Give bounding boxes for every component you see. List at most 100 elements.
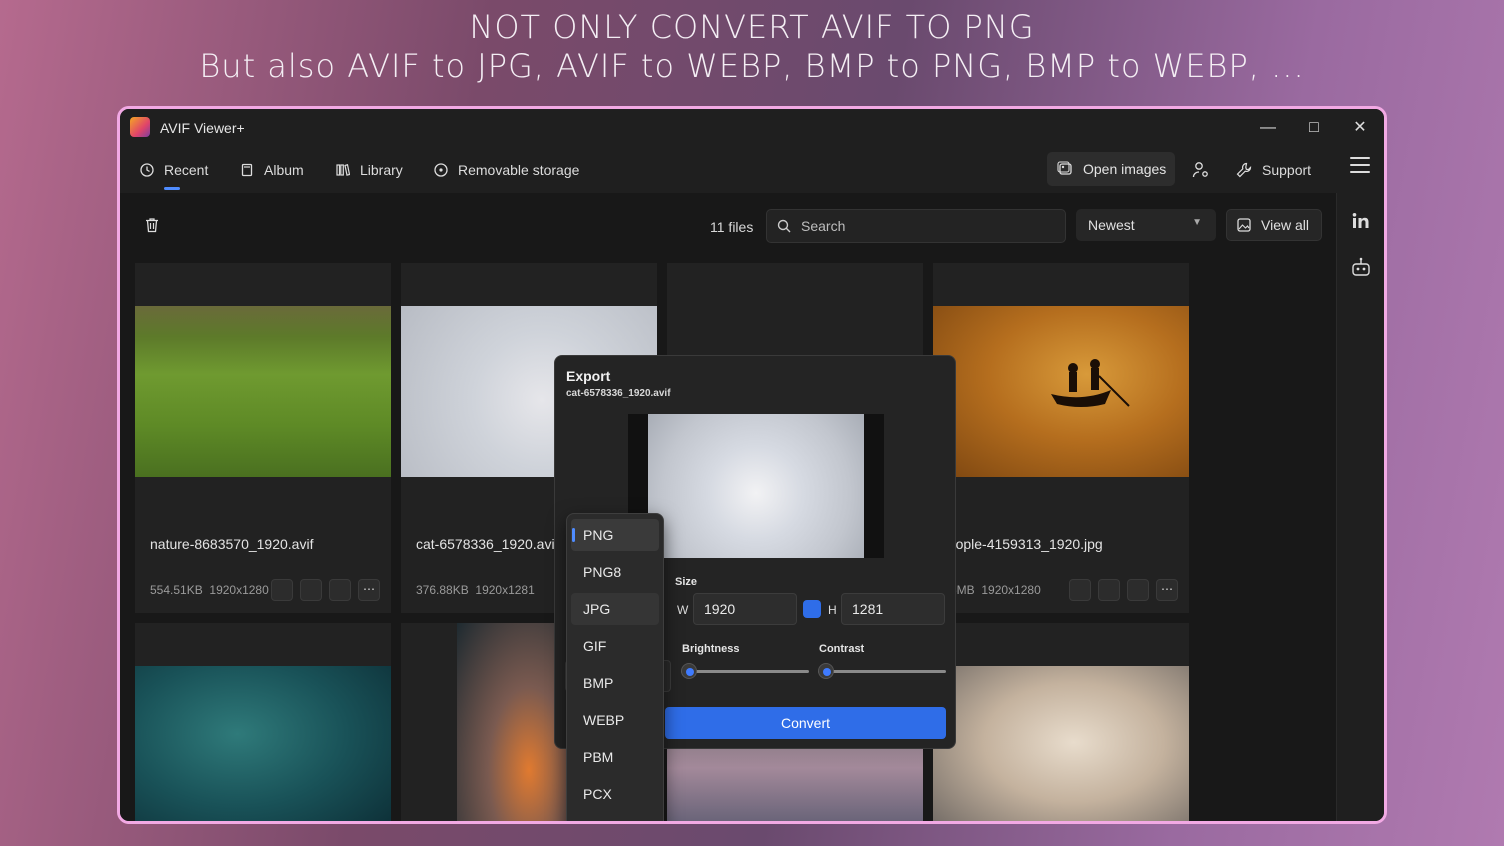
image-icon — [1237, 218, 1251, 232]
height-label: H — [828, 603, 837, 617]
thumbnail-people — [933, 306, 1189, 477]
nav-item-library[interactable]: Library — [336, 159, 403, 181]
contrast-label: Contrast — [819, 643, 865, 655]
format-option-wbmp[interactable]: WBMP — [571, 815, 659, 821]
image-card[interactable] — [933, 623, 1189, 821]
promo-headline: NOT ONLY CONVERT AVIF TO PNG But also AV… — [0, 8, 1504, 86]
view-all-button[interactable]: View all — [1226, 209, 1322, 241]
image-card[interactable]: people-4159313_1920.jpg .26MB 1920x1280 … — [933, 263, 1189, 613]
format-option-png[interactable]: PNG — [571, 519, 659, 551]
sort-select[interactable]: Newest ▼ — [1076, 209, 1216, 241]
nav-bar: Recent Album Library Removable storage O… — [120, 147, 1384, 193]
convert-button[interactable]: Convert — [665, 707, 946, 739]
brightness-slider[interactable] — [681, 661, 809, 681]
nav-label-recent: Recent — [164, 162, 209, 178]
brightness-label: Brightness — [682, 643, 740, 655]
app-window: AVIF Viewer+ — □ ✕ Recent Album Library … — [117, 106, 1387, 824]
active-tab-indicator — [164, 187, 180, 190]
file-size: 376.88KB — [416, 583, 469, 597]
images-icon — [1057, 161, 1072, 175]
account-settings-button[interactable] — [1192, 159, 1210, 181]
title-bar: AVIF Viewer+ — □ ✕ — [120, 109, 1384, 147]
thumbnail-lily — [135, 666, 391, 821]
sort-value: Newest — [1088, 217, 1135, 233]
chevron-down-icon: ▼ — [1192, 217, 1202, 228]
view-all-label: View all — [1261, 217, 1309, 233]
minimize-button[interactable]: — — [1250, 115, 1286, 141]
format-option-jpg[interactable]: JPG — [571, 593, 659, 625]
contrast-slider[interactable] — [818, 661, 946, 681]
file-name: nature-8683570_1920.avif — [150, 536, 314, 552]
file-dims: 1920x1281 — [475, 583, 535, 597]
format-option-webp[interactable]: WEBP — [571, 704, 659, 736]
format-option-pbm[interactable]: PBM — [571, 741, 659, 773]
brightness-thumb[interactable] — [681, 663, 697, 679]
content-area: 11 files Search Newest ▼ View all nature… — [120, 193, 1336, 821]
boat-silhouette — [1051, 359, 1130, 407]
nav-item-removable-storage[interactable]: Removable storage — [434, 159, 579, 181]
library-icon — [336, 164, 350, 176]
export-title: Export — [566, 368, 611, 384]
search-placeholder: Search — [801, 218, 846, 234]
file-count: 11 files — [710, 219, 754, 235]
search-icon — [777, 219, 791, 233]
close-button[interactable]: ✕ — [1342, 115, 1378, 141]
file-name: cat-6578336_1920.avif — [416, 536, 559, 552]
support-button[interactable]: Support — [1236, 159, 1311, 181]
headline-line-2: But also AVIF to JPG, AVIF to WEBP, BMP … — [199, 47, 1305, 85]
contrast-thumb[interactable] — [818, 663, 834, 679]
height-input[interactable]: 1281 — [841, 593, 945, 625]
more-icon[interactable]: ⋯ — [358, 579, 380, 601]
search-input[interactable]: Search — [766, 209, 1066, 243]
linkedin-icon[interactable] — [1345, 205, 1377, 237]
open-images-label: Open images — [1083, 161, 1167, 177]
thumbnail-nature — [135, 306, 391, 477]
album-icon — [241, 163, 253, 177]
heart-icon[interactable] — [1098, 579, 1120, 601]
format-option-gif[interactable]: GIF — [571, 630, 659, 662]
image-card[interactable]: nature-8683570_1920.avif 554.51KB 1920x1… — [135, 263, 391, 613]
user-gear-icon — [1192, 162, 1208, 178]
menu-icon[interactable] — [1350, 157, 1370, 173]
preview-image — [648, 414, 864, 558]
disc-icon — [434, 163, 448, 177]
wrench-icon — [1236, 162, 1252, 178]
width-label: W — [677, 603, 689, 617]
nav-label-album: Album — [264, 162, 304, 178]
maximize-button[interactable]: □ — [1296, 115, 1332, 141]
headline-line-1: NOT ONLY CONVERT AVIF TO PNG — [469, 8, 1035, 46]
format-option-png8[interactable]: PNG8 — [571, 556, 659, 588]
size-label: Size — [675, 576, 698, 588]
file-dims: 1920x1280 — [209, 583, 269, 597]
shield-icon[interactable] — [271, 579, 293, 601]
open-images-button[interactable]: Open images — [1047, 152, 1175, 186]
link-aspect-icon[interactable] — [803, 600, 821, 618]
thumbnail-dog — [933, 666, 1189, 821]
app-logo-icon — [130, 117, 150, 137]
image-action-icon[interactable] — [329, 579, 351, 601]
format-option-pcx[interactable]: PCX — [571, 778, 659, 810]
format-option-bmp[interactable]: BMP — [571, 667, 659, 699]
file-name: people-4159313_1920.jpg — [940, 536, 1103, 552]
robot-icon[interactable] — [1345, 251, 1377, 283]
nav-label-removable-storage: Removable storage — [458, 162, 580, 178]
image-card[interactable] — [135, 623, 391, 821]
trash-icon[interactable] — [144, 217, 160, 233]
export-preview — [628, 414, 884, 558]
app-title: AVIF Viewer+ — [160, 120, 245, 136]
nav-label-library: Library — [360, 162, 403, 178]
image-action-icon[interactable] — [1127, 579, 1149, 601]
file-size: 554.51KB — [150, 583, 203, 597]
heart-icon[interactable] — [300, 579, 322, 601]
width-input[interactable]: 1920 — [693, 593, 797, 625]
format-dropdown: PNG PNG8 JPG GIF BMP WEBP PBM PCX WBMP — [566, 513, 664, 821]
file-dims: 1920x1280 — [981, 583, 1041, 597]
right-rail — [1336, 193, 1384, 821]
shield-icon[interactable] — [1069, 579, 1091, 601]
export-filename: cat-6578336_1920.avif — [566, 388, 671, 399]
support-label: Support — [1262, 162, 1312, 178]
nav-item-recent[interactable]: Recent — [140, 159, 208, 181]
more-icon[interactable]: ⋯ — [1156, 579, 1178, 601]
clock-icon — [140, 163, 154, 177]
nav-item-album[interactable]: Album — [240, 159, 304, 181]
